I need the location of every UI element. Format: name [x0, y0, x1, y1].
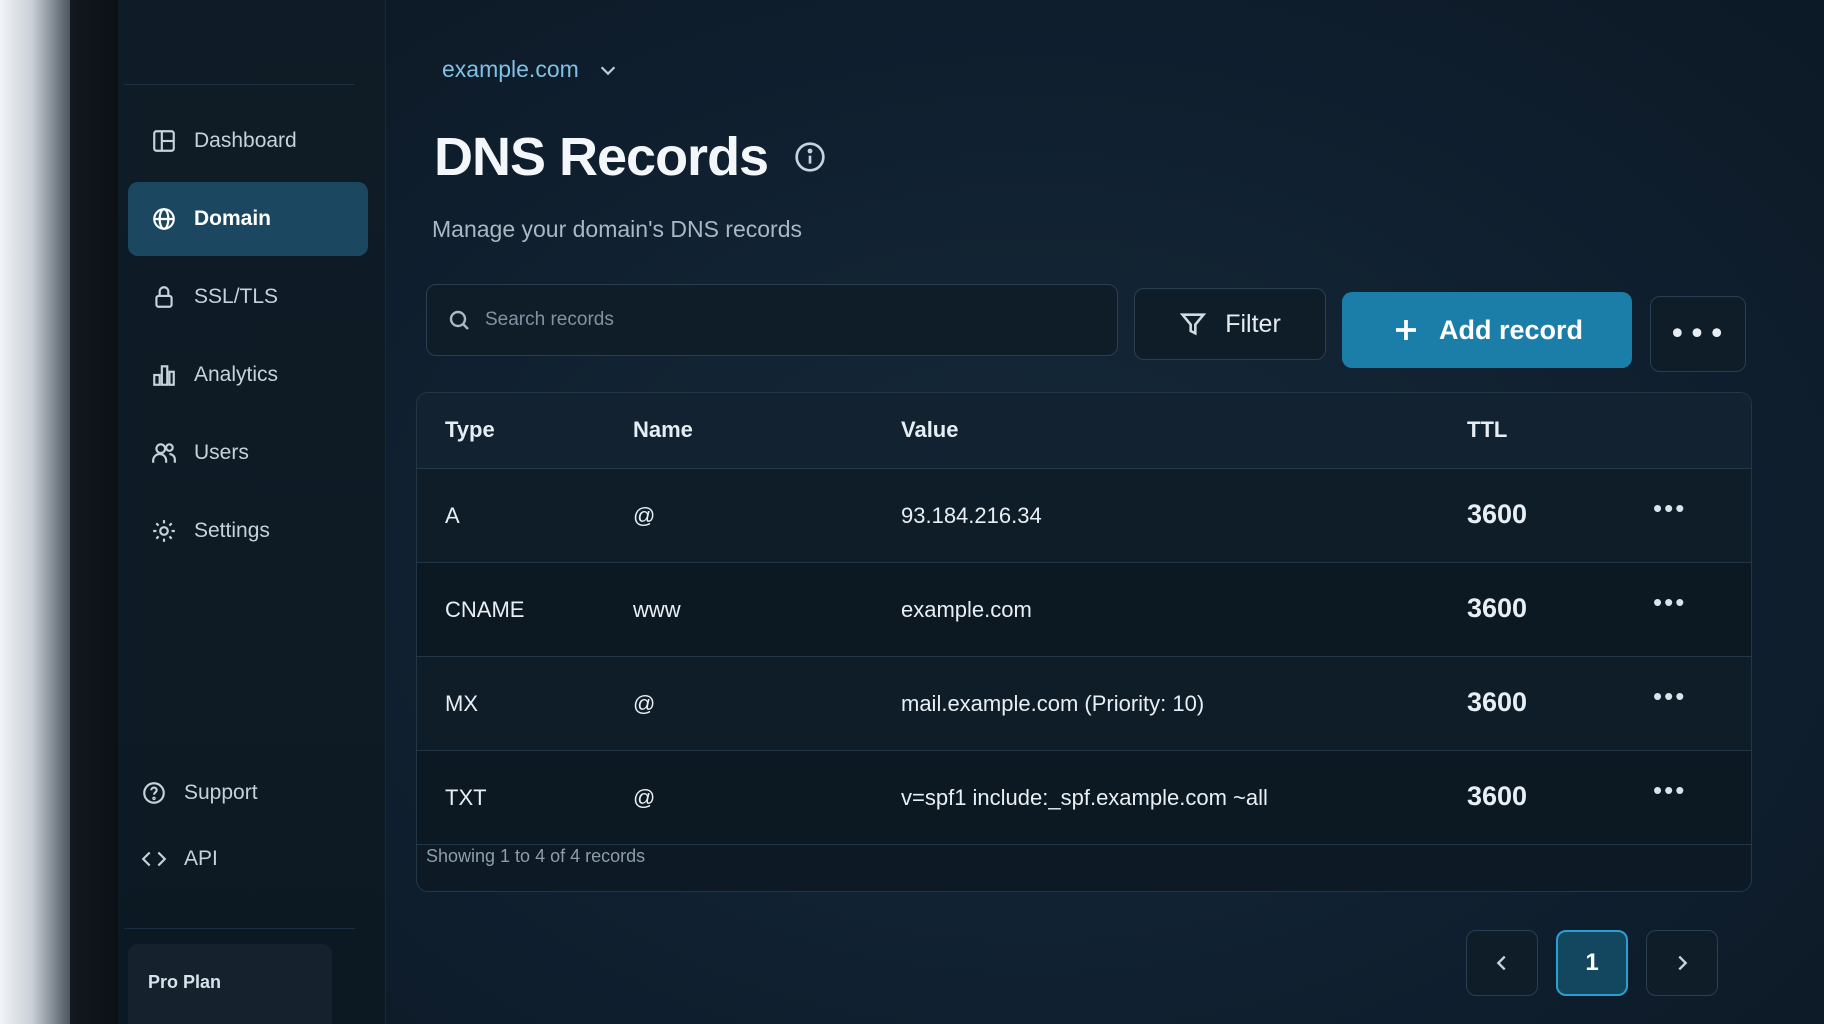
table-body: A @ 93.184.216.34 3600 ••• CNAME www exa… — [417, 469, 1751, 845]
table-row[interactable]: MX @ mail.example.com (Priority: 10) 360… — [417, 657, 1751, 751]
filter-button[interactable]: Filter — [1134, 288, 1326, 360]
code-icon — [140, 845, 168, 873]
sidebar-item-users[interactable]: Users — [128, 416, 368, 490]
record-ttl: 3600 — [1467, 781, 1528, 811]
sidebar-item-label: Domain — [194, 207, 272, 230]
search-input[interactable] — [485, 309, 1085, 331]
sidebar-divider — [124, 84, 355, 85]
row-actions-button[interactable]: ••• — [1653, 493, 1686, 524]
sidebar-item-label: SSL/TLS — [194, 285, 279, 308]
search-box — [426, 284, 1118, 356]
next-page-button[interactable] — [1646, 930, 1718, 996]
sidebar-divider — [124, 928, 355, 929]
sidebar-item-domain[interactable]: Domain — [128, 182, 368, 256]
column-header-value[interactable]: Value — [901, 417, 958, 443]
users-icon — [150, 439, 178, 467]
add-record-button[interactable]: Add record — [1342, 292, 1632, 368]
record-type: MX — [445, 691, 478, 716]
domain-selector-label: example.com — [442, 56, 579, 82]
sidebar-item-label: Dashboard — [194, 129, 297, 152]
plan-badge[interactable]: Pro Plan — [128, 944, 332, 1024]
sidebar-item-label: Users — [194, 441, 249, 464]
row-actions-button[interactable]: ••• — [1653, 775, 1686, 806]
record-value: v=spf1 include:_spf.example.com ~all — [901, 785, 1268, 810]
record-type: TXT — [445, 785, 487, 810]
record-name: @ — [633, 503, 656, 528]
page-title-row: DNS Records — [434, 126, 826, 188]
row-actions-button[interactable]: ••• — [1653, 681, 1686, 712]
record-name: www — [633, 597, 681, 622]
sidebar-item-label: Settings — [194, 519, 270, 542]
dns-records-table: Type Name Value TTL A @ 93.184.216.34 36… — [416, 392, 1752, 892]
table-row[interactable]: TXT @ v=spf1 include:_spf.example.com ~a… — [417, 751, 1751, 845]
column-header-name[interactable]: Name — [633, 417, 693, 443]
search-icon — [449, 310, 469, 330]
chevron-right-icon — [1678, 955, 1688, 971]
record-type: A — [445, 503, 460, 528]
sidebar-item-analytics[interactable]: Analytics — [128, 338, 368, 412]
sidebar-item-api[interactable]: API — [118, 828, 358, 890]
sidebar-item-support[interactable]: Support — [118, 762, 358, 824]
globe-icon — [150, 205, 178, 233]
record-name: @ — [633, 785, 656, 810]
domain-selector[interactable]: example.com — [442, 56, 619, 83]
lock-icon — [150, 283, 178, 311]
record-value: 93.184.216.34 — [901, 503, 1042, 528]
record-ttl: 3600 — [1467, 593, 1528, 623]
records-count-text: Showing 1 to 4 of 4 records — [426, 846, 646, 866]
add-record-button-label: Add record — [1438, 314, 1584, 345]
page-button-current[interactable]: 1 — [1556, 930, 1628, 996]
sidebar-item-dashboard[interactable]: Dashboard — [128, 104, 368, 178]
main-content: example.com DNS Records Manage your doma… — [386, 0, 1824, 1024]
toolbar: Filter Add record ••• — [426, 284, 1756, 372]
info-icon[interactable] — [794, 141, 826, 173]
chevron-down-icon — [600, 65, 615, 75]
sidebar-item-ssl-tls[interactable]: SSL/TLS — [128, 260, 368, 334]
pagination: 1 — [1466, 930, 1718, 996]
record-ttl: 3600 — [1467, 687, 1528, 717]
table-row[interactable]: CNAME www example.com 3600 ••• — [417, 563, 1751, 657]
plus-icon — [1395, 320, 1416, 340]
record-value: mail.example.com (Priority: 10) — [901, 691, 1205, 716]
filter-button-label: Filter — [1225, 309, 1281, 338]
more-options-button[interactable]: ••• — [1650, 296, 1746, 372]
record-ttl: 3600 — [1467, 499, 1528, 529]
bar-chart-icon — [150, 361, 178, 389]
gear-icon — [150, 517, 178, 545]
sidebar-item-label: Support — [184, 781, 258, 804]
layout-icon — [150, 127, 178, 155]
table-row[interactable]: A @ 93.184.216.34 3600 ••• — [417, 469, 1751, 563]
table-header: Type Name Value TTL — [417, 393, 1751, 469]
record-value: example.com — [901, 597, 1032, 622]
sidebar-nav: Dashboard Domain SSL/TLS Analytics Users — [128, 104, 368, 572]
help-circle-icon — [140, 779, 168, 807]
column-header-ttl[interactable]: TTL — [1467, 417, 1507, 443]
chevron-left-icon — [1496, 955, 1506, 971]
sidebar-item-label: API — [184, 847, 218, 870]
prev-page-button[interactable] — [1466, 930, 1538, 996]
sidebar-item-label: Analytics — [194, 363, 279, 386]
sidebar: Dashboard Domain SSL/TLS Analytics Users — [118, 0, 386, 1024]
record-type: CNAME — [445, 597, 525, 622]
column-header-type[interactable]: Type — [445, 417, 495, 443]
page-subtitle: Manage your domain's DNS records — [432, 216, 802, 242]
sidebar-bottom-nav: Support API — [118, 762, 358, 894]
filter-icon — [1179, 313, 1207, 336]
record-name: @ — [633, 691, 656, 716]
row-actions-button[interactable]: ••• — [1653, 587, 1686, 618]
sidebar-item-settings[interactable]: Settings — [128, 494, 368, 568]
page-title: DNS Records — [434, 127, 769, 187]
